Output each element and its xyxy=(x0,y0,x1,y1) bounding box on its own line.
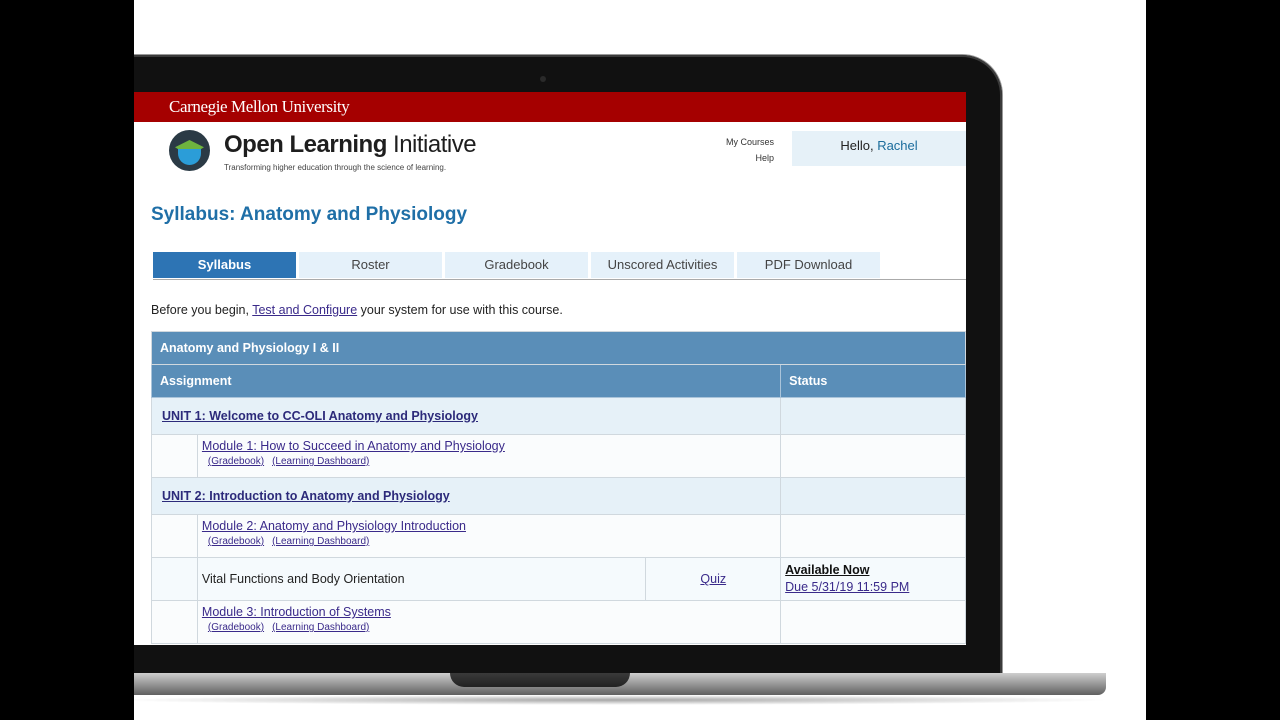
oli-tagline: Transforming higher education through th… xyxy=(224,163,447,172)
course-title: Anatomy and Physiology I & II xyxy=(151,331,966,365)
due-date-link[interactable]: Due 5/31/19 11:59 PM xyxy=(785,579,965,596)
unit-status-cell xyxy=(780,477,966,515)
gradebook-link[interactable]: (Gradebook) xyxy=(208,622,264,633)
tab-gradebook[interactable]: Gradebook xyxy=(445,252,588,278)
status-column-header: Status xyxy=(780,364,966,398)
module-row: Module 3: Introduction of Systems (Grade… xyxy=(151,600,966,644)
activity-name: Vital Functions and Body Orientation xyxy=(196,557,647,601)
help-link[interactable]: Help xyxy=(726,150,774,166)
oli-logo-title[interactable]: Open Learning Initiative xyxy=(224,131,477,159)
tab-bar: Syllabus Roster Gradebook Unscored Activ… xyxy=(153,252,966,280)
activity-row: Vital Functions and Body Orientation Qui… xyxy=(151,557,966,601)
tab-unscored-activities[interactable]: Unscored Activities xyxy=(591,252,734,278)
course-header-row: Anatomy and Physiology I & II xyxy=(151,331,966,365)
unit-status-cell xyxy=(780,397,966,435)
video-frame: Carnegie Mellon University Open Learning… xyxy=(134,0,1146,720)
my-courses-link[interactable]: My Courses xyxy=(726,134,774,150)
site-header: Open Learning Initiative Transforming hi… xyxy=(134,122,966,204)
tab-pdf-download[interactable]: PDF Download xyxy=(737,252,880,278)
activity-status: Available Now Due 5/31/19 11:59 PM xyxy=(780,557,966,601)
learning-dashboard-link[interactable]: (Learning Dashboard) xyxy=(272,456,369,467)
oli-logo-icon[interactable] xyxy=(169,130,210,171)
module-3-link[interactable]: Module 3: Introduction of Systems xyxy=(202,605,780,619)
module-status-cell xyxy=(780,434,966,478)
module-row: Module 1: How to Succeed in Anatomy and … xyxy=(151,434,966,478)
unit-row: UNIT 2: Introduction to Anatomy and Phys… xyxy=(150,477,966,515)
unit-2-link[interactable]: UNIT 2: Introduction to Anatomy and Phys… xyxy=(152,489,450,503)
syllabus-table: Anatomy and Physiology I & II Assignment… xyxy=(150,331,966,644)
test-configure-link[interactable]: Test and Configure xyxy=(252,303,357,317)
laptop-screen: Carnegie Mellon University Open Learning… xyxy=(134,92,966,645)
user-greeting: Hello, Rachel xyxy=(792,131,966,166)
availability-status: Available Now xyxy=(785,563,870,577)
gradebook-link[interactable]: (Gradebook) xyxy=(208,456,264,467)
learning-dashboard-link[interactable]: (Learning Dashboard) xyxy=(272,536,369,547)
learning-dashboard-link[interactable]: (Learning Dashboard) xyxy=(272,622,369,633)
camera-icon xyxy=(540,76,546,82)
column-header-row: Assignment Status xyxy=(150,364,966,398)
tab-roster[interactable]: Roster xyxy=(299,252,442,278)
module-2-link[interactable]: Module 2: Anatomy and Physiology Introdu… xyxy=(202,519,780,533)
assignment-column-header: Assignment xyxy=(150,364,782,398)
module-status-cell xyxy=(780,600,966,644)
page-title: Syllabus: Anatomy and Physiology xyxy=(151,204,468,225)
laptop-shadow xyxy=(134,695,1114,705)
greeting-text: Hello, xyxy=(840,138,878,153)
tab-syllabus[interactable]: Syllabus xyxy=(153,252,296,278)
unit-row: UNIT 1: Welcome to CC-OLI Anatomy and Ph… xyxy=(150,397,966,435)
gradebook-link[interactable]: (Gradebook) xyxy=(208,536,264,547)
user-name-link[interactable]: Rachel xyxy=(877,138,917,153)
header-links: My Courses Help xyxy=(726,134,774,166)
module-1-link[interactable]: Module 1: How to Succeed in Anatomy and … xyxy=(202,439,780,453)
quiz-link[interactable]: Quiz xyxy=(645,557,782,601)
university-name[interactable]: Carnegie Mellon University xyxy=(169,97,350,116)
unit-1-link[interactable]: UNIT 1: Welcome to CC-OLI Anatomy and Ph… xyxy=(152,409,478,423)
intro-text: Before you begin, Test and Configure you… xyxy=(151,303,563,317)
module-status-cell xyxy=(780,514,966,558)
module-row: Module 2: Anatomy and Physiology Introdu… xyxy=(151,514,966,558)
university-bar: Carnegie Mellon University xyxy=(134,92,966,122)
laptop-notch xyxy=(450,673,630,687)
